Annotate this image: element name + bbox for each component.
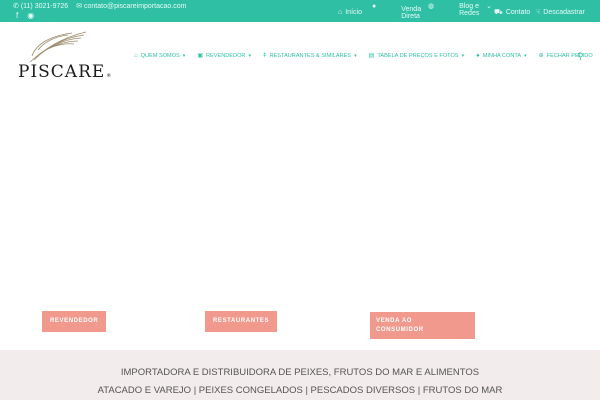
tagline-line-2: ATACADO E VAREJO | PEIXES CONGELADOS | P… [97,385,503,396]
top-nav-descadastrar[interactable]: ☟ Descadastrar [536,9,585,16]
nav-revendedor[interactable]: ▣ REVENDEDOR ▾ [197,52,251,60]
blog-icon: ◍ [428,3,435,10]
store-icon: ▣ [197,53,203,59]
home-icon: ⌂ [338,9,343,16]
top-nav-inicio[interactable]: ⌂ Início [338,9,362,16]
top-nav-blog[interactable]: ◍ Blog e Redes ⌄ [428,3,492,17]
user-icon: ● [372,3,377,10]
phone-link[interactable]: ✆ (11) 3021-9726 [13,3,68,10]
rss-icon[interactable]: ◉ [27,11,34,20]
chevron-down-icon: ⌄ [486,3,492,10]
top-social: f ◉ [16,11,34,20]
nav-restaurantes[interactable]: ǂ RESTAURANTES & SIMILARES ▾ [263,53,357,59]
table-icon: ▤ [368,53,375,59]
home-icon: ⌂ [134,52,138,59]
chevron-down-icon: ▾ [248,52,251,59]
top-bar: ✆ (11) 3021-9726 ✉ contato@piscareimport… [0,0,600,22]
top-nav-venda-direta[interactable]: ● Venda Direta [372,3,425,20]
chevron-down-icon: ▾ [461,52,465,59]
revendedor-button[interactable]: REVENDEDOR [42,311,107,332]
top-contact: ✆ (11) 3021-9726 ✉ contato@piscareimport… [13,3,186,10]
cutlery-icon: ǂ [262,52,267,59]
top-nav-contato[interactable]: ⛟ Contato [494,9,530,16]
user-icon: ● [476,52,480,59]
chevron-down-icon: ▾ [354,52,357,59]
thumbs-down-icon: ☟ [536,9,541,16]
facebook-icon[interactable]: f [16,11,18,20]
cart-icon: ⛟ [494,9,503,16]
logo-wordmark[interactable]: PISCARE® [18,62,112,82]
chevron-down-icon: ▾ [182,52,186,59]
tagline-line-1: IMPORTADORA E DISTRIBUIDORA DE PEIXES, F… [120,367,480,378]
restaurantes-button[interactable]: RESTAURANTES [205,311,278,332]
email-icon: ✉ [76,3,83,10]
nav-minha-conta[interactable]: ● MINHA CONTA ▾ [476,53,527,59]
checkout-icon: ⊕ [538,53,544,59]
phone-icon: ✆ [13,3,19,10]
tagline-band: IMPORTADORA E DISTRIBUIDORA DE PEIXES, F… [0,350,600,400]
nav-fechar-pedido[interactable]: ⊕ FECHAR PEDIDO [538,52,593,60]
main-navigation: ⌂ QUEM SOMOS ▾ ▣ REVENDEDOR ▾ ǂ RESTAURA… [134,52,600,60]
leaf-logo-icon[interactable] [26,30,90,64]
hero-section: REVENDEDOR RESTAURANTES VENDA AO CONSUMI… [0,100,600,350]
email-link[interactable]: ✉ contato@piscareimportacao.com [76,3,186,10]
nav-quem-somos[interactable]: ⌂ QUEM SOMOS ▾ [134,53,185,59]
site-header: PISCARE® ⌂ QUEM SOMOS ▾ ▣ REVENDEDOR ▾ ǂ… [0,22,600,100]
venda-consumidor-button[interactable]: VENDA AO CONSUMIDOR [370,312,475,339]
chevron-down-icon: ▾ [524,52,527,59]
nav-tabela-precos[interactable]: ▤ TABELA DE PREÇOS E FOTOS ▾ [368,52,465,60]
search-icon[interactable]: ⚲ [577,51,584,62]
